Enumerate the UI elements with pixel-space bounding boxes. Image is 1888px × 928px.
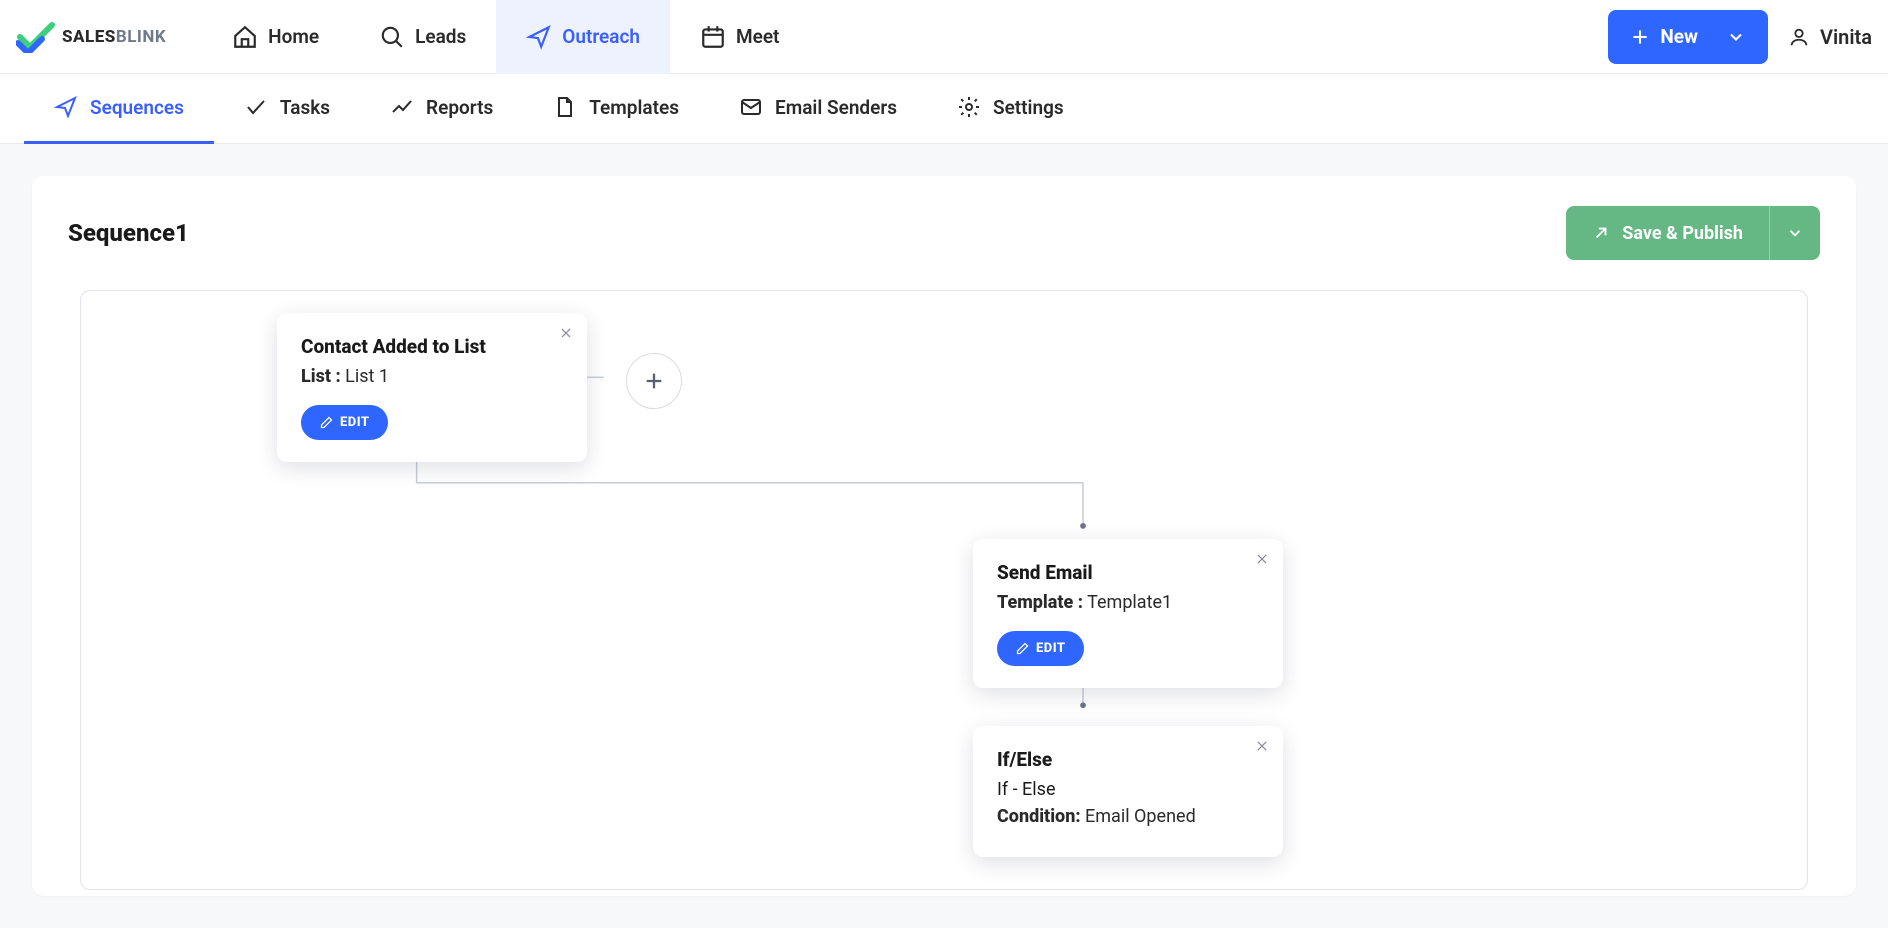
top-nav: Home Leads Outreach Meet xyxy=(202,0,809,74)
save-publish-button[interactable]: Save & Publish xyxy=(1566,206,1820,260)
node-close-button[interactable] xyxy=(1255,551,1269,571)
home-icon xyxy=(232,24,258,50)
subnav-settings[interactable]: Settings xyxy=(927,74,1094,144)
node-edit-label: EDIT xyxy=(1036,641,1066,656)
arrow-up-right-icon xyxy=(1592,224,1610,242)
node-send-email-sub: Template : Template1 xyxy=(997,592,1259,613)
page: Sequence1 Save & Publish xyxy=(0,144,1888,928)
send-icon xyxy=(54,95,78,119)
logo-text: SALESBLINK xyxy=(62,27,166,47)
subnav-reports[interactable]: Reports xyxy=(360,74,523,144)
search-icon xyxy=(379,24,405,50)
close-icon xyxy=(559,326,573,340)
node-send-email[interactable]: Send Email Template : Template1 EDIT xyxy=(973,539,1283,688)
logo[interactable]: SALESBLINK xyxy=(16,21,166,53)
chevron-down-icon xyxy=(1786,224,1804,242)
node-ifelse-title: If/Else xyxy=(997,748,1259,771)
subnav-sequences[interactable]: Sequences xyxy=(24,74,214,144)
save-publish-label: Save & Publish xyxy=(1622,223,1743,244)
calendar-icon xyxy=(700,24,726,50)
edit-icon xyxy=(319,415,334,430)
node-trigger-title: Contact Added to List xyxy=(301,335,563,358)
nav-meet[interactable]: Meet xyxy=(670,0,809,74)
flow-canvas[interactable]: Contact Added to List List : List 1 EDIT… xyxy=(80,290,1808,890)
mail-icon xyxy=(739,95,763,119)
user-name: Vinita xyxy=(1820,25,1872,49)
subnav-templates-label: Templates xyxy=(589,96,679,119)
node-trigger-sub: List : List 1 xyxy=(301,366,563,387)
node-ifelse-line1: If - Else xyxy=(997,779,1259,800)
save-publish-main[interactable]: Save & Publish xyxy=(1566,206,1770,260)
node-edit-button[interactable]: EDIT xyxy=(301,405,388,440)
user-menu[interactable]: Vinita xyxy=(1788,25,1872,49)
subnav-sequences-label: Sequences xyxy=(90,96,184,119)
add-step-button[interactable] xyxy=(626,353,682,409)
topbar: SALESBLINK Home Leads Outreach Meet New … xyxy=(0,0,1888,74)
edit-icon xyxy=(1015,641,1030,656)
close-icon xyxy=(1255,739,1269,753)
subnav-tasks[interactable]: Tasks xyxy=(214,74,360,144)
plus-icon xyxy=(1630,27,1650,47)
logo-mark-icon xyxy=(16,21,56,53)
check-icon xyxy=(244,95,268,119)
subnav-templates[interactable]: Templates xyxy=(523,74,709,144)
node-send-email-title: Send Email xyxy=(997,561,1259,584)
nav-outreach-label: Outreach xyxy=(562,25,640,48)
subnav-tasks-label: Tasks xyxy=(280,96,330,119)
sequence-card: Sequence1 Save & Publish xyxy=(32,176,1856,896)
subnav: Sequences Tasks Reports Templates Email … xyxy=(0,74,1888,144)
new-button-label: New xyxy=(1660,25,1698,48)
subnav-settings-label: Settings xyxy=(993,96,1064,119)
nav-meet-label: Meet xyxy=(736,25,779,48)
gear-icon xyxy=(957,95,981,119)
node-ifelse[interactable]: If/Else If - Else Condition: Email Opene… xyxy=(973,726,1283,857)
node-close-button[interactable] xyxy=(1255,738,1269,758)
node-close-button[interactable] xyxy=(559,325,573,345)
save-publish-dropdown[interactable] xyxy=(1770,206,1820,260)
send-icon xyxy=(526,24,552,50)
subnav-email-senders[interactable]: Email Senders xyxy=(709,74,927,144)
chevron-down-icon xyxy=(1726,27,1746,47)
user-icon xyxy=(1788,26,1810,48)
node-ifelse-condition: Condition: Email Opened xyxy=(997,806,1259,827)
plus-icon xyxy=(643,370,665,392)
node-trigger[interactable]: Contact Added to List List : List 1 EDIT xyxy=(277,313,587,462)
subnav-reports-label: Reports xyxy=(426,96,493,119)
node-edit-button[interactable]: EDIT xyxy=(997,631,1084,666)
file-icon xyxy=(553,95,577,119)
chart-icon xyxy=(390,95,414,119)
nav-outreach[interactable]: Outreach xyxy=(496,0,670,74)
subnav-email-senders-label: Email Senders xyxy=(775,96,897,119)
node-edit-label: EDIT xyxy=(340,415,370,430)
nav-home-label: Home xyxy=(268,25,319,48)
sequence-title: Sequence1 xyxy=(68,219,189,247)
nav-leads[interactable]: Leads xyxy=(349,0,496,74)
new-button[interactable]: New xyxy=(1608,10,1768,64)
card-header: Sequence1 Save & Publish xyxy=(68,206,1820,260)
close-icon xyxy=(1255,552,1269,566)
nav-leads-label: Leads xyxy=(415,25,466,48)
nav-home[interactable]: Home xyxy=(202,0,349,74)
